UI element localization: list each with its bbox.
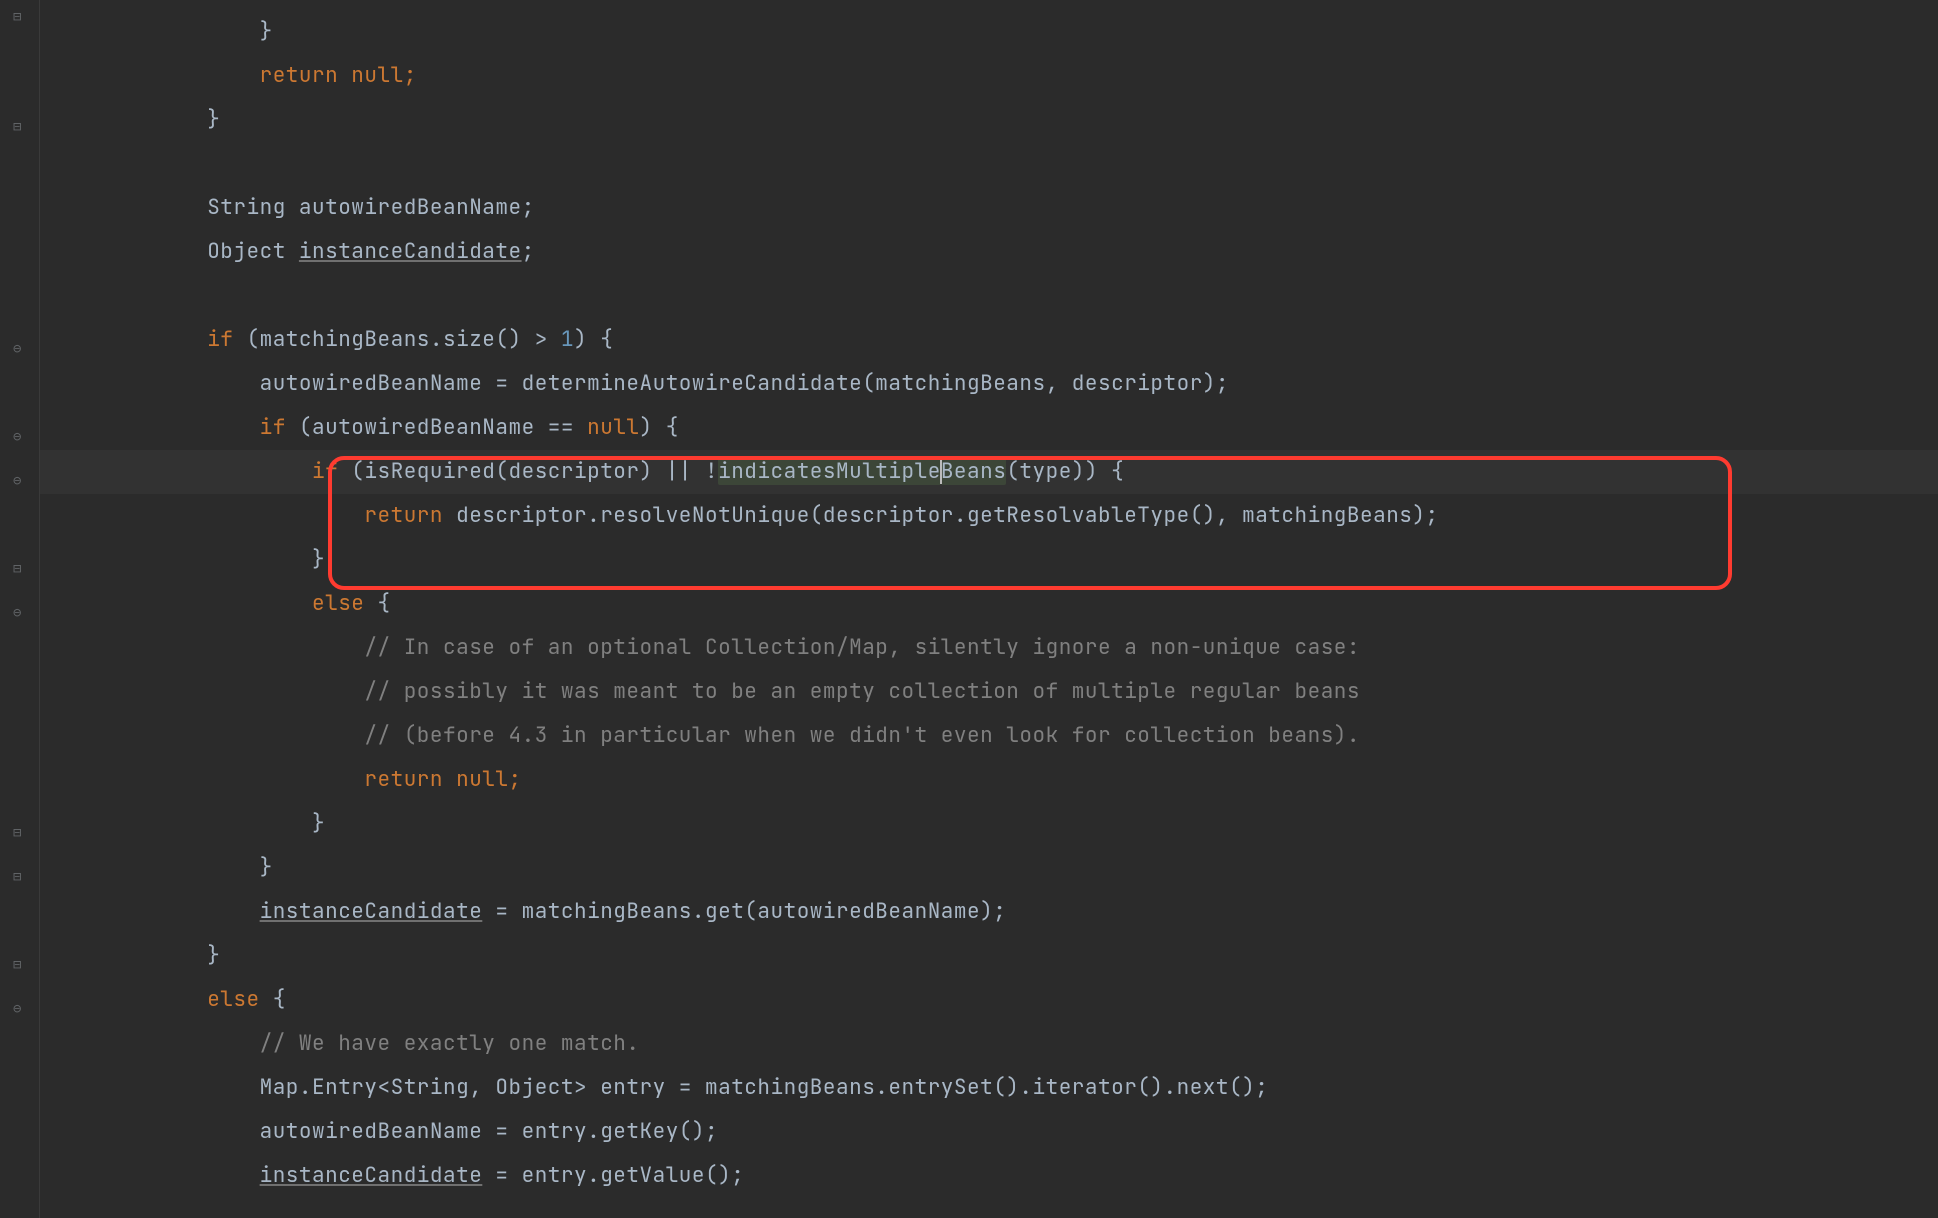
identifier-highlight: Beans (941, 458, 1007, 485)
code-line[interactable]: Object instanceCandidate; (40, 230, 1938, 274)
fold-mark-icon[interactable]: ⊟ (13, 562, 27, 576)
code-line[interactable]: } (40, 802, 1938, 846)
fold-mark-icon[interactable]: ⊖ (13, 474, 27, 488)
code-line[interactable]: instanceCandidate = matchingBeans.get(au… (40, 890, 1938, 934)
code-line[interactable]: return null; (40, 758, 1938, 802)
code-line[interactable]: } (40, 846, 1938, 890)
code-line[interactable] (40, 142, 1938, 186)
code-line[interactable]: // (before 4.3 in particular when we did… (40, 714, 1938, 758)
code-line[interactable]: Map.Entry<String, Object> entry = matchi… (40, 1066, 1938, 1110)
code-line[interactable]: else { (40, 582, 1938, 626)
fold-mark-icon[interactable]: ⊟ (13, 958, 27, 972)
code-line[interactable]: } (40, 10, 1938, 54)
fold-mark-icon[interactable]: ⊖ (13, 342, 27, 356)
code-line[interactable]: } (40, 934, 1938, 978)
code-line[interactable]: autowiredBeanName = determineAutowireCan… (40, 362, 1938, 406)
code-line[interactable]: } (40, 538, 1938, 582)
code-editor[interactable]: ⊟ ⊟ ⊖ ⊖ ⊖ ⊟ ⊖ ⊟ ⊟ ⊟ ⊖ raiseNoMatchingBea… (0, 0, 1938, 1218)
code-line[interactable]: // possibly it was meant to be an empty … (40, 670, 1938, 714)
text-caret (940, 456, 942, 484)
code-line[interactable]: // In case of an optional Collection/Map… (40, 626, 1938, 670)
fold-mark-icon[interactable]: ⊟ (13, 10, 27, 24)
fold-mark-icon[interactable]: ⊖ (13, 430, 27, 444)
gutter: ⊟ ⊟ ⊖ ⊖ ⊖ ⊟ ⊖ ⊟ ⊟ ⊟ ⊖ (0, 0, 40, 1218)
code-line[interactable]: // We have exactly one match. (40, 1022, 1938, 1066)
identifier-highlight: indicatesMultiple (718, 458, 941, 485)
code-line[interactable]: if (matchingBeans.size() > 1) { (40, 318, 1938, 362)
code-line[interactable]: return null; (40, 54, 1938, 98)
code-area[interactable]: raiseNoMatchingBeanFound(type, descripto… (40, 0, 1938, 1218)
code-line[interactable]: return descriptor.resolveNotUnique(descr… (40, 494, 1938, 538)
code-line[interactable]: autowiredBeanName = entry.getKey(); (40, 1110, 1938, 1154)
fold-mark-icon[interactable]: ⊖ (13, 1002, 27, 1016)
fold-mark-icon[interactable]: ⊟ (13, 120, 27, 134)
code-line[interactable]: raiseNoMatchingBeanFound(type, descripto… (40, 0, 1938, 10)
code-line[interactable]: else { (40, 978, 1938, 1022)
code-line[interactable] (40, 274, 1938, 318)
code-line[interactable]: String autowiredBeanName; (40, 186, 1938, 230)
fold-mark-icon[interactable]: ⊟ (13, 826, 27, 840)
fold-mark-icon[interactable]: ⊖ (13, 606, 27, 620)
code-line-cursor[interactable]: if (isRequired(descriptor) || !indicates… (40, 450, 1938, 494)
code-line[interactable]: if (autowiredBeanName == null) { (40, 406, 1938, 450)
fold-mark-icon[interactable]: ⊟ (13, 870, 27, 884)
code-line[interactable]: instanceCandidate = entry.getValue(); (40, 1154, 1938, 1198)
code-line[interactable]: } (40, 98, 1938, 142)
